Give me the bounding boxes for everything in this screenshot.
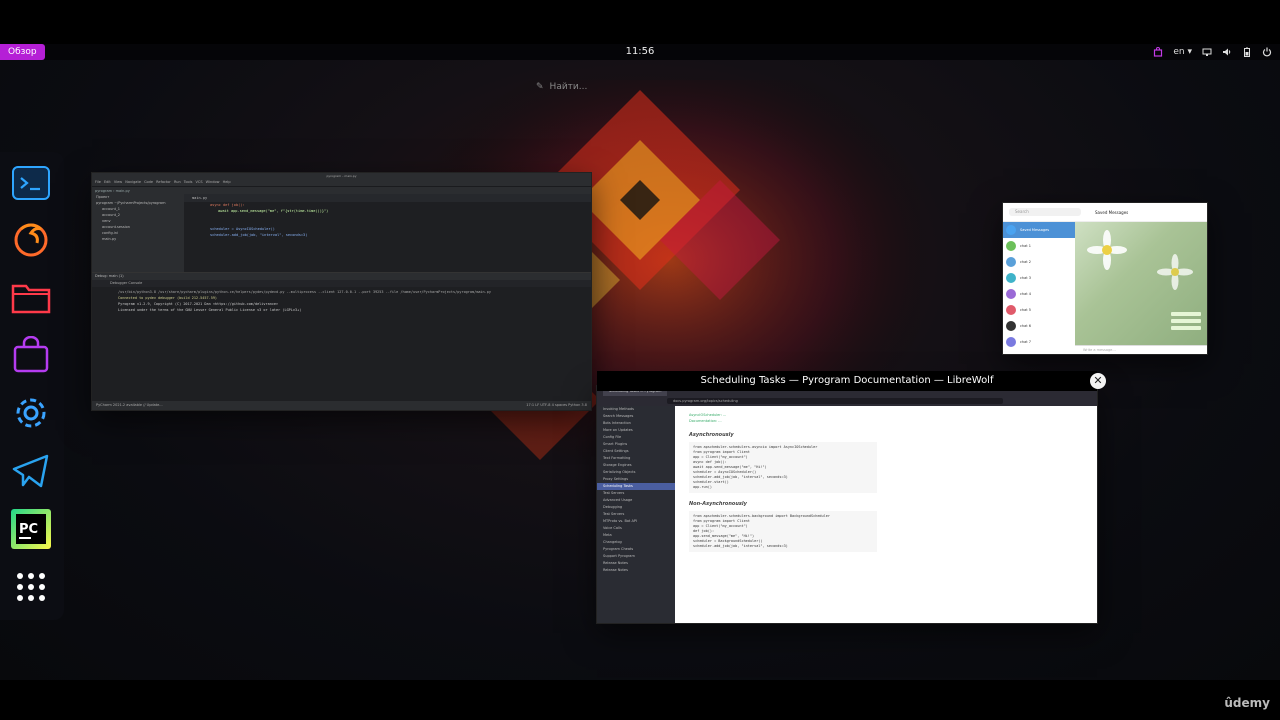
- doc-bullet[interactable]: Documentation: ...: [689, 418, 1097, 424]
- code-block: from apscheduler.schedulers.background i…: [689, 511, 877, 552]
- pencil-icon: ✎: [536, 82, 544, 92]
- chat-item[interactable]: chat 1: [1003, 238, 1075, 254]
- editor-tab[interactable]: main.py: [184, 194, 591, 202]
- sidebar-link[interactable]: Voice Calls: [597, 525, 675, 532]
- telegram-window[interactable]: Search Saved Messages Saved Messages cha…: [1003, 203, 1207, 354]
- tree-item[interactable]: main.py: [92, 236, 184, 242]
- close-icon[interactable]: ✕: [1090, 373, 1106, 389]
- sidebar-link[interactable]: Meta: [597, 532, 675, 539]
- sidebar-link[interactable]: Client Settings: [597, 448, 675, 455]
- sidebar-link[interactable]: Pyrogram Cheats: [597, 546, 675, 553]
- sidebar-link[interactable]: Bots Interaction: [597, 420, 675, 427]
- chat-item[interactable]: Saved Messages: [1003, 222, 1075, 238]
- chat-list[interactable]: Saved Messages chat 1 chat 2 chat 3 chat…: [1003, 222, 1075, 354]
- firefox-icon[interactable]: [10, 218, 52, 260]
- window-caption-text: Scheduling Tasks — Pyrogram Documentatio…: [700, 375, 994, 386]
- chat-item[interactable]: chat 6: [1003, 318, 1075, 334]
- code-line: scheduler.add_job(job, "interval", secon…: [210, 233, 308, 237]
- software-icon[interactable]: [10, 334, 52, 376]
- chat-title: Saved Messages: [1095, 209, 1129, 215]
- udemy-watermark: ûdemy: [1224, 696, 1270, 710]
- files-icon[interactable]: [10, 276, 52, 318]
- sidebar-link[interactable]: Release Notes: [597, 560, 675, 567]
- debug-panel[interactable]: Debug: main (1) Debugger Console /usr/bi…: [92, 272, 591, 401]
- pycharm-window[interactable]: pyrogram – main.py File Edit View Naviga…: [92, 173, 591, 410]
- debug-tabs[interactable]: Debugger Console: [92, 280, 591, 287]
- telegram-header: Search Saved Messages: [1003, 203, 1207, 222]
- terminal-icon[interactable]: [10, 162, 52, 204]
- wallpaper-daisy: [1087, 230, 1201, 330]
- sidebar-link[interactable]: Serializing Objects: [597, 469, 675, 476]
- sidebar-link[interactable]: Advanced Usage: [597, 497, 675, 504]
- volume-icon[interactable]: [1222, 47, 1232, 57]
- language-switcher[interactable]: en ▾: [1173, 47, 1192, 57]
- telegram-search[interactable]: Search: [1009, 208, 1081, 216]
- chat-item[interactable]: chat 5: [1003, 302, 1075, 318]
- clock[interactable]: 11:56: [0, 44, 1280, 60]
- sidebar-link[interactable]: Invoking Methods: [597, 406, 675, 413]
- settings-icon[interactable]: [10, 392, 52, 434]
- pycharm-menubar[interactable]: File Edit View Navigate Code Refactor Ru…: [92, 179, 591, 187]
- chat-item[interactable]: chat 3: [1003, 270, 1075, 286]
- section-heading: Non-Asynchronously: [689, 501, 747, 507]
- desktop: ✎ Найти... PC pyrogram – main.py File Ed…: [0, 60, 1280, 680]
- sidebar-link[interactable]: Config File: [597, 434, 675, 441]
- sidebar-link[interactable]: More on Updates: [597, 427, 675, 434]
- overview-button[interactable]: Обзор: [0, 44, 45, 60]
- app-grid-icon[interactable]: [10, 566, 52, 608]
- sidebar-link[interactable]: Smart Plugins: [597, 441, 675, 448]
- docs-sidebar[interactable]: Invoking Methods Search Messages Bots In…: [597, 406, 675, 623]
- librewolf-window[interactable]: Scheduling Tasks — Pyrogram docs.pyrogra…: [597, 386, 1097, 623]
- console-line: Licensed under the terms of the GNU Less…: [118, 308, 302, 312]
- code-editor[interactable]: main.py async def job(): await app.send_…: [184, 194, 591, 272]
- sidebar-link-active[interactable]: Scheduling Tasks: [597, 483, 675, 490]
- sidebar-link[interactable]: Proxy Settings: [597, 476, 675, 483]
- dock: PC: [0, 152, 64, 620]
- top-bar: Обзор 11:56 en ▾: [0, 44, 1280, 60]
- status-left[interactable]: PyCharm 2021.2 available // Update...: [96, 403, 163, 407]
- sidebar-link[interactable]: Release Notes: [597, 567, 675, 574]
- section-heading: Asynchronously: [689, 432, 734, 438]
- message-input[interactable]: Write a message...: [1075, 345, 1207, 354]
- battery-icon[interactable]: [1242, 47, 1252, 57]
- debug-header[interactable]: Debug: main (1): [92, 273, 591, 280]
- sidebar-link[interactable]: Support Pyrogram: [597, 553, 675, 560]
- network-icon[interactable]: [1202, 47, 1212, 57]
- window-caption: Scheduling Tasks — Pyrogram Documentatio…: [597, 371, 1106, 391]
- sidebar-link[interactable]: Search Messages: [597, 413, 675, 420]
- sidebar-link[interactable]: MTProto vs. Bot API: [597, 518, 675, 525]
- search-field[interactable]: ✎ Найти...: [528, 78, 756, 96]
- status-bar: PyCharm 2021.2 available // Update... 17…: [92, 401, 591, 410]
- chat-item[interactable]: chat 7: [1003, 334, 1075, 350]
- sidebar-link[interactable]: Test Servers: [597, 490, 675, 497]
- search-placeholder: Найти...: [549, 82, 588, 92]
- code-line: scheduler.add_job(job, "interval", secon…: [693, 544, 788, 548]
- chat-area[interactable]: [1075, 222, 1207, 346]
- power-icon[interactable]: [1262, 47, 1272, 57]
- sidebar-link[interactable]: Text Formatting: [597, 455, 675, 462]
- chat-item[interactable]: chat 4: [1003, 286, 1075, 302]
- console-output: /usr/bin/python3.8 /usr/share/pycharm/pl…: [92, 287, 591, 313]
- status-right[interactable]: 17:1 LF UTF-8 4 spaces Python 3.8: [526, 401, 587, 410]
- sidebar-link[interactable]: Changelog: [597, 539, 675, 546]
- system-tray[interactable]: en ▾: [1153, 44, 1272, 60]
- sidebar-link[interactable]: Debugging: [597, 504, 675, 511]
- telegram-icon[interactable]: [10, 450, 52, 492]
- code-line: app.run(): [693, 485, 712, 489]
- docs-content: AsyncIOScheduler: ... Documentation: ...…: [675, 406, 1097, 623]
- code-block: from apscheduler.schedulers.asyncio impo…: [689, 442, 877, 493]
- svg-text:PC: PC: [19, 522, 38, 537]
- pycharm-icon[interactable]: PC: [10, 508, 52, 550]
- chat-item[interactable]: chat 2: [1003, 254, 1075, 270]
- project-panel[interactable]: Проект pyrogram ~/PycharmProjects/pyrogr…: [92, 194, 184, 272]
- sidebar-link[interactable]: Test Servers: [597, 511, 675, 518]
- bottom-bar: ûdemy: [0, 680, 1280, 720]
- url-bar[interactable]: docs.pyrogram.org/topics/scheduling: [667, 398, 1003, 404]
- bag-icon[interactable]: [1153, 47, 1163, 57]
- sidebar-link[interactable]: Storage Engines: [597, 462, 675, 469]
